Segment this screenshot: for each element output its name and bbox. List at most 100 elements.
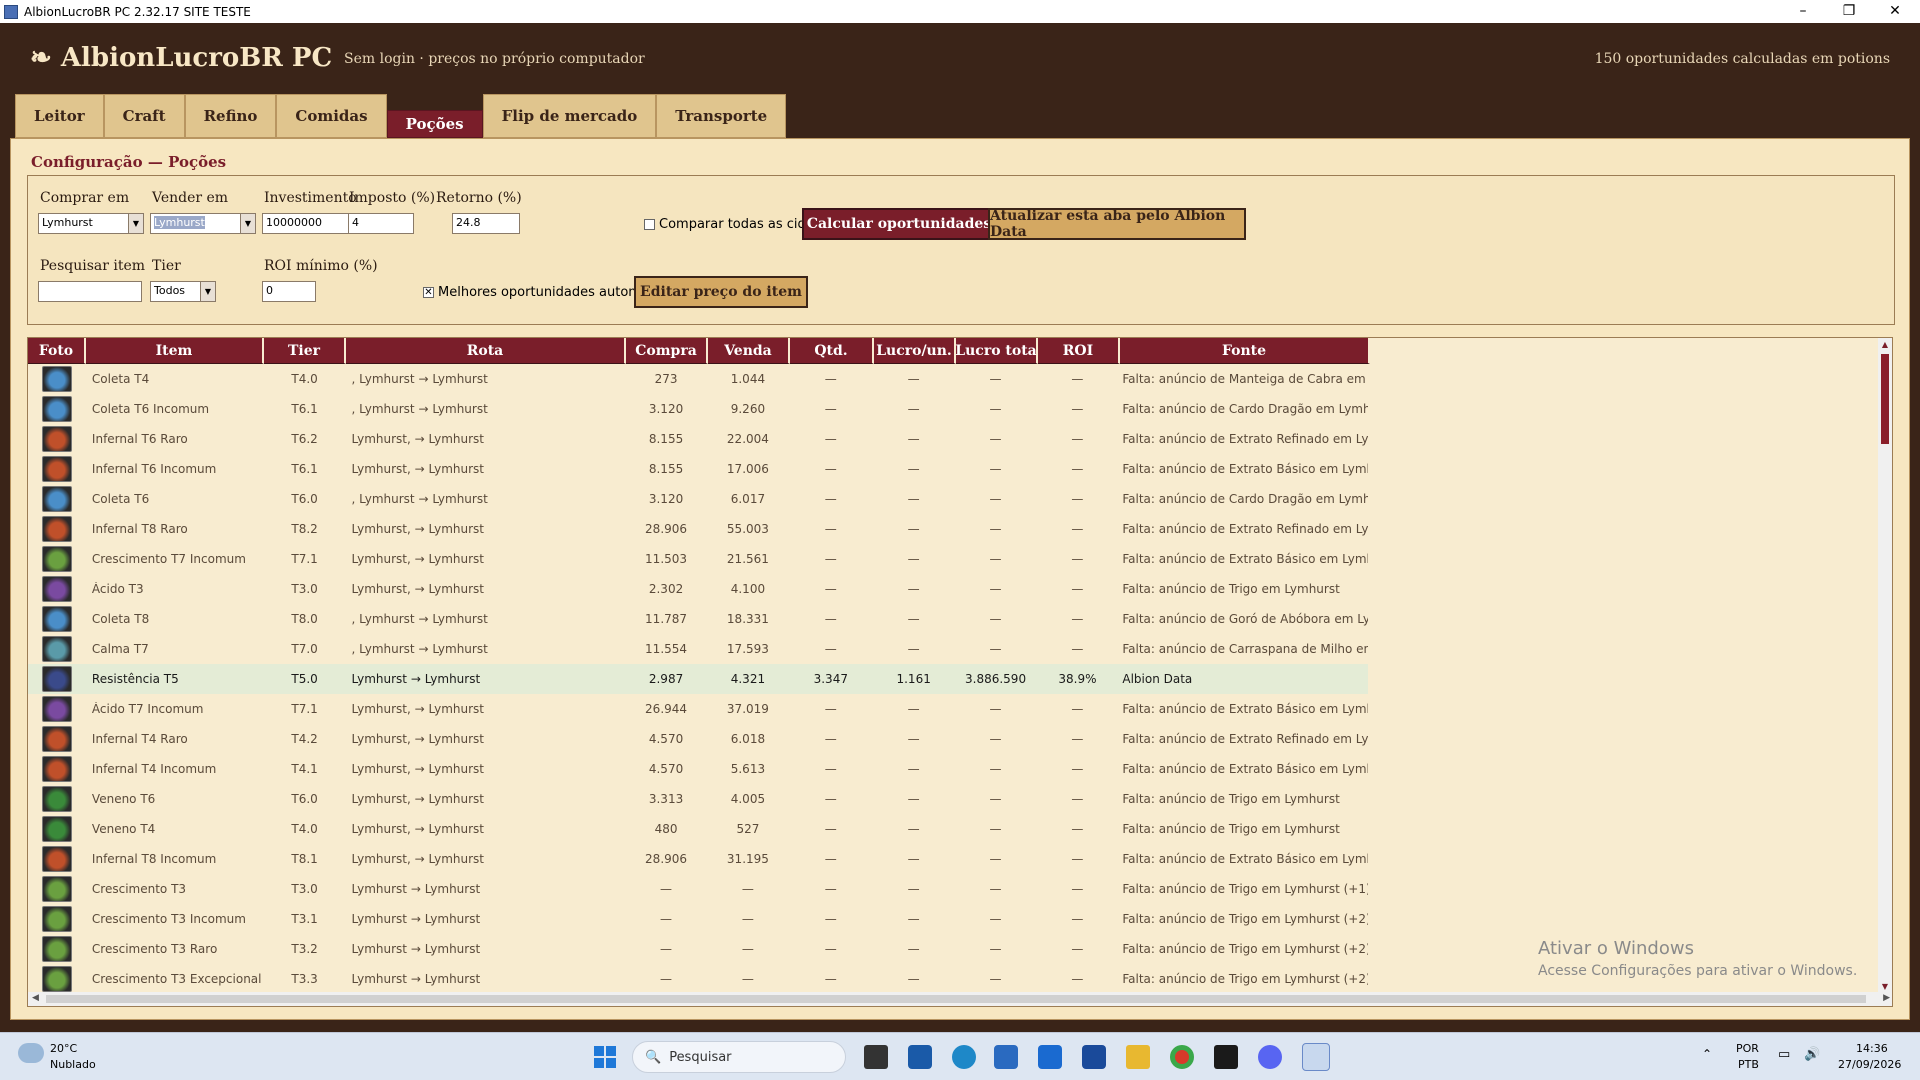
scroll-left-icon[interactable]: ◀ (32, 993, 39, 1003)
column-header-item[interactable]: Item (86, 338, 264, 364)
cell-profit-unit: — (907, 612, 920, 626)
column-header-profit-total[interactable]: Lucro tota (956, 338, 1038, 364)
crescimento-potion-icon (41, 936, 72, 962)
file-explorer-icon[interactable] (1126, 1045, 1150, 1069)
calculate-button[interactable]: Calcular oportunidades (802, 208, 996, 240)
table-row[interactable]: Veneno T6 T6.0 Lymhurst, → Lymhurst 3.313 4.… (28, 784, 1368, 814)
scroll-up-icon[interactable]: ▲ (1880, 340, 1890, 350)
tab-transporte[interactable]: Transporte (656, 94, 787, 138)
clock-time[interactable]: 14:36 (1856, 1042, 1888, 1055)
column-header-sell[interactable]: Venda (708, 338, 790, 364)
albionlucro-taskbar-icon[interactable] (1302, 1043, 1330, 1071)
tax-input[interactable]: 4 (348, 213, 414, 234)
table-row[interactable]: Crescimento T3 Raro T3.2 Lymhurst → Lymhur… (28, 934, 1368, 964)
buy-city-select[interactable]: Lymhurst ▼ (38, 213, 144, 234)
close-button[interactable]: ✕ (1872, 0, 1918, 23)
task-view-icon[interactable] (864, 1045, 888, 1069)
column-header-buy[interactable]: Compra (626, 338, 708, 364)
edit-item-price-button[interactable]: Editar preço do item (634, 276, 808, 308)
tab-pocoes[interactable]: Poções (386, 110, 483, 138)
tier-select[interactable]: Todos ▼ (150, 281, 216, 302)
minimize-button[interactable]: – (1780, 0, 1826, 23)
column-header-profit-unit[interactable]: Lucro/un. (874, 338, 956, 364)
cell-roi: — (1071, 882, 1084, 896)
horizontal-scrollbar[interactable]: ◀ ▶ (28, 992, 1892, 1006)
scroll-right-icon[interactable]: ▶ (1883, 993, 1890, 1003)
table-row[interactable]: Infernal T6 Raro T6.2 Lymhurst, → Lymhurst… (28, 424, 1368, 454)
weather-desc[interactable]: Nublado (50, 1058, 96, 1071)
edge-browser-icon[interactable] (952, 1045, 976, 1069)
table-row[interactable]: Ácido T7 Incomum T7.1 Lymhurst, → Lymhurst… (28, 694, 1368, 724)
update-albion-data-button[interactable]: Atualizar esta aba pelo Albion Data (988, 208, 1246, 240)
table-row[interactable]: Coleta T8 T8.0 , Lymhurst → Lymhurst 11.787… (28, 604, 1368, 634)
veneno-potion-icon (41, 816, 72, 842)
scroll-down-icon[interactable]: ▼ (1880, 982, 1890, 992)
tab-comidas[interactable]: Comidas (276, 94, 387, 138)
restore-button[interactable]: ❐ (1826, 0, 1872, 23)
lang-line2[interactable]: PTB (1738, 1058, 1759, 1071)
horizontal-scroll-thumb[interactable] (46, 995, 1866, 1003)
discord-icon[interactable] (1258, 1045, 1282, 1069)
volume-icon[interactable]: 🔊 (1804, 1047, 1820, 1062)
return-input[interactable]: 24.8 (452, 213, 520, 234)
table-row[interactable]: Crescimento T3 Excepcional T3.3 Lymhurst →… (28, 964, 1368, 994)
tab-refino[interactable]: Refino (184, 94, 277, 138)
table-row[interactable]: Crescimento T7 Incomum T7.1 Lymhurst, → Ly… (28, 544, 1368, 574)
column-header-qty[interactable]: Qtd. (790, 338, 874, 364)
weather-temp[interactable]: 20°C (50, 1042, 77, 1055)
table-row[interactable]: Resistência T5 T5.0 Lymhurst → Lymhurst 2.9… (28, 664, 1368, 694)
table-row[interactable]: Coleta T6 T6.0 , Lymhurst → Lymhurst 3.120 6… (28, 484, 1368, 514)
meet-icon[interactable] (908, 1045, 932, 1069)
table-row[interactable]: Ácido T3 T3.0 Lymhurst, → Lymhurst 2.302 4.1… (28, 574, 1368, 604)
table-row[interactable]: Calma T7 T7.0 , Lymhurst → Lymhurst 11.554 1… (28, 634, 1368, 664)
table-row[interactable]: Infernal T8 Raro T8.2 Lymhurst, → Lymhurst… (28, 514, 1368, 544)
powershell-icon[interactable] (1082, 1045, 1106, 1069)
windows-start-icon[interactable] (594, 1046, 616, 1068)
network-icon[interactable]: ▭ (1778, 1047, 1790, 1062)
cell-qty: — (824, 612, 837, 626)
table-row[interactable]: Crescimento T3 T3.0 Lymhurst → Lymhurst — — —… (28, 874, 1368, 904)
column-header-source[interactable]: Fonte (1120, 338, 1370, 364)
column-header-tier[interactable]: Tier (264, 338, 346, 364)
table-row[interactable]: Coleta T4 T4.0 , Lymhurst → Lymhurst 273 1.0… (28, 364, 1368, 394)
lang-line1[interactable]: POR (1736, 1042, 1759, 1055)
cell-sell: 21.561 (726, 552, 769, 566)
outlook-icon[interactable] (1038, 1045, 1062, 1069)
column-header-roi[interactable]: ROI (1038, 338, 1120, 364)
sell-city-select[interactable]: Lymhurst ▼ (150, 213, 256, 234)
cell-profit-total: — (989, 882, 1002, 896)
table-row[interactable]: Crescimento T3 Incomum T3.1 Lymhurst → Lym… (28, 904, 1368, 934)
column-header-route[interactable]: Rota (346, 338, 626, 364)
tab-leitor[interactable]: Leitor (15, 94, 104, 138)
cell-roi: — (1071, 702, 1084, 716)
vertical-scroll-thumb[interactable] (1881, 354, 1889, 444)
cell-sell: — (741, 912, 754, 926)
cell-qty: — (824, 762, 837, 776)
table-row[interactable]: Infernal T6 Incomum T6.1 Lymhurst, → Lymhu… (28, 454, 1368, 484)
column-header-photo[interactable]: Foto (28, 338, 86, 364)
table-row[interactable]: Infernal T4 Raro T4.2 Lymhurst, → Lymhurst… (28, 724, 1368, 754)
roi-min-input[interactable]: 0 (262, 281, 316, 302)
search-item-input[interactable] (38, 281, 142, 302)
cell-roi: — (1071, 972, 1084, 986)
cell-route: Lymhurst, → Lymhurst (351, 432, 484, 446)
table-row[interactable]: Coleta T6 Incomum T6.1 , Lymhurst → Lymhur… (28, 394, 1368, 424)
store-icon[interactable] (994, 1045, 1018, 1069)
tab-craft[interactable]: Craft (103, 94, 185, 138)
vertical-scrollbar[interactable]: ▲ ▼ (1878, 338, 1892, 994)
investment-input[interactable]: 10000000 (262, 213, 358, 234)
tab-flip-mercado[interactable]: Flip de mercado (482, 94, 657, 138)
table-row[interactable]: Infernal T4 Incomum T4.1 Lymhurst, → Lymhu… (28, 754, 1368, 784)
chevron-up-icon[interactable]: ⌃ (1702, 1047, 1712, 1061)
accessibility-app-icon[interactable] (1214, 1045, 1238, 1069)
cell-roi: — (1071, 492, 1084, 506)
cell-source: Falta: anúncio de Trigo em Lymhurst (1122, 792, 1340, 806)
clock-date[interactable]: 27/09/2026 (1838, 1058, 1901, 1071)
table-row[interactable]: Infernal T8 Incomum T8.1 Lymhurst, → Lymhu… (28, 844, 1368, 874)
chrome-icon[interactable] (1170, 1045, 1194, 1069)
table-row[interactable]: Veneno T4 T4.0 Lymhurst, → Lymhurst 480 527 —… (28, 814, 1368, 844)
watermark-title: Ativar o Windows (1538, 938, 1694, 959)
taskbar-search[interactable]: 🔍 Pesquisar (632, 1041, 846, 1073)
cell-sell: 31.195 (726, 852, 769, 866)
cell-route: Lymhurst → Lymhurst (351, 972, 481, 986)
